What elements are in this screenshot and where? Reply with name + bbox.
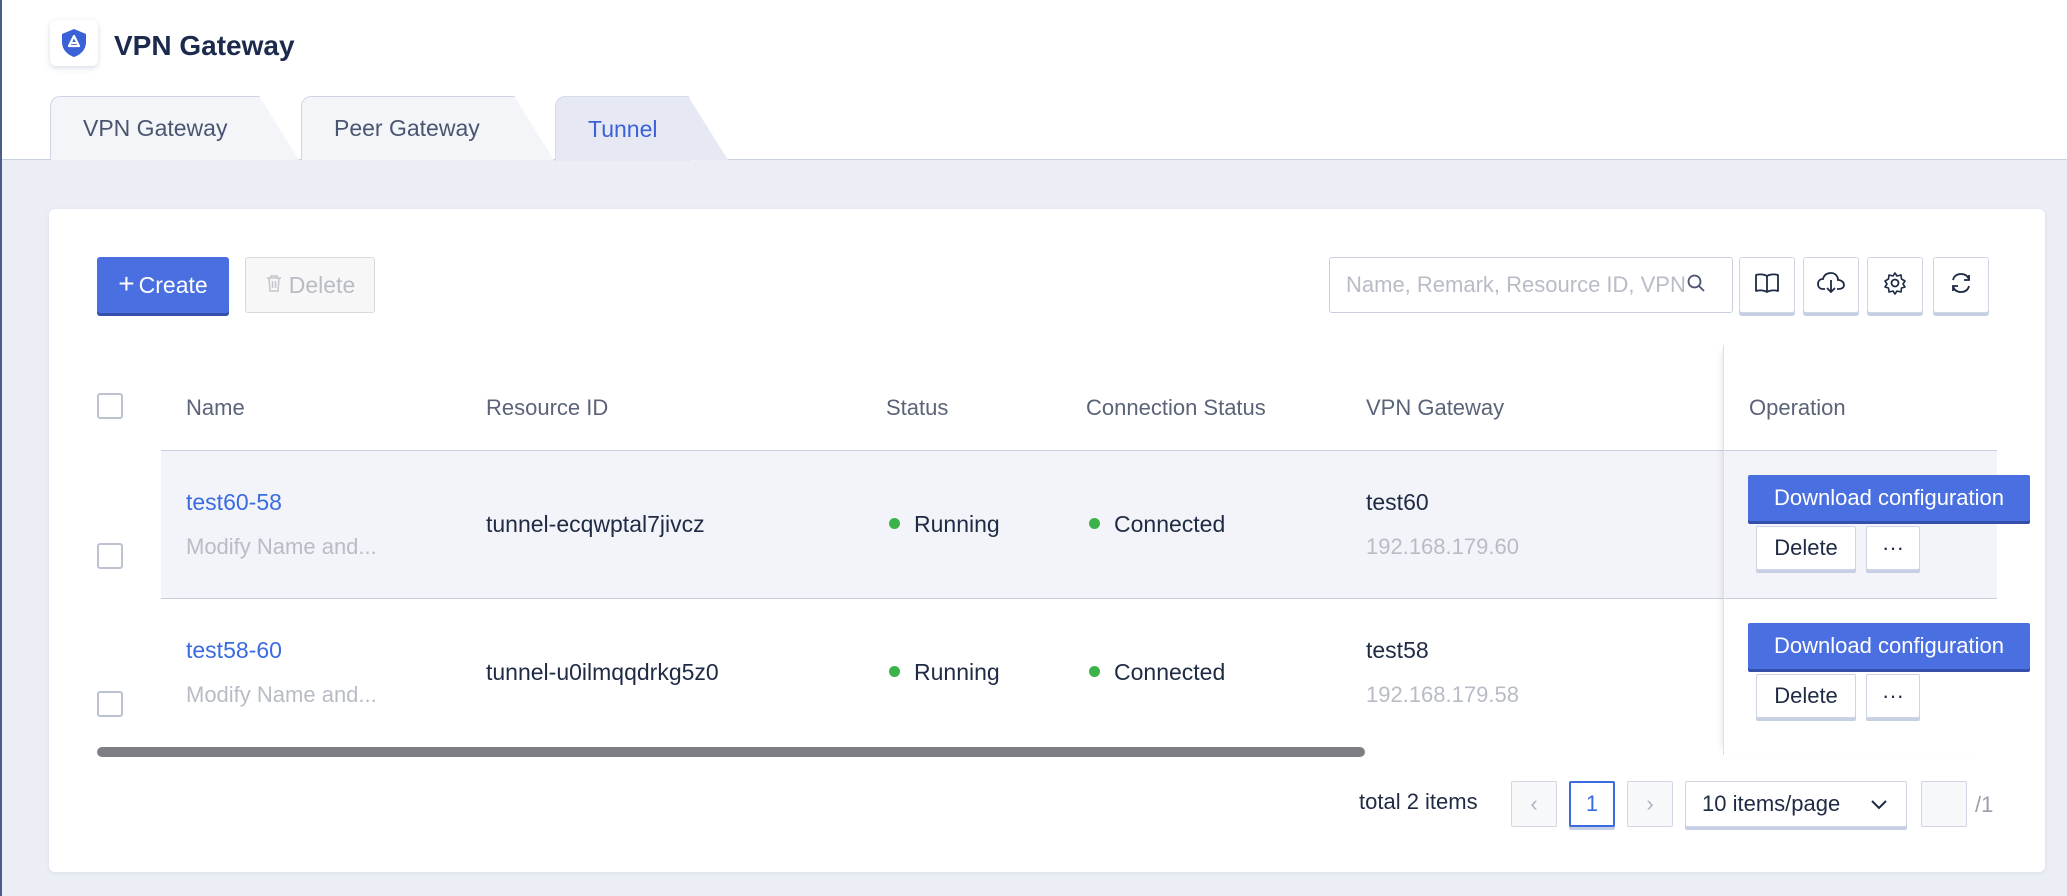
next-page-button[interactable]: › [1627,781,1673,827]
page-size-value: 10 items/page [1702,791,1841,816]
tunnel-table: Name Resource ID Status Connection Statu… [97,345,2030,755]
tunnel-remark[interactable]: Modify Name and... [186,534,377,560]
book-icon [1754,272,1780,299]
tunnel-list-card: + Create Delete Name Resou [49,209,2045,872]
status-text: Running [914,511,1000,537]
tunnel-resource-id: tunnel-u0ilmqqdrkg5z0 [486,659,719,685]
chevron-down-icon [1870,791,1888,817]
column-header-status: Status [886,395,949,420]
more-actions-button[interactable]: ··· [1866,526,1920,570]
page-title: VPN Gateway [114,30,295,61]
more-actions-button[interactable]: ··· [1866,674,1920,718]
page-jump-input[interactable] [1921,781,1967,827]
cloud-download-icon [1817,271,1845,299]
total-items-text: total 2 items [1359,789,1478,814]
plus-icon: + [118,267,135,299]
status-text: Running [914,659,1000,685]
connection-dot-icon [1089,518,1100,530]
vpn-gateway-name: test58 [1366,637,1429,663]
download-list-button[interactable] [1803,257,1859,313]
row-checkbox[interactable] [97,543,123,569]
chevron-right-icon: › [1646,791,1654,816]
settings-button[interactable] [1867,257,1923,313]
status-dot-icon [889,518,900,530]
column-header-operation: Operation [1749,395,1846,420]
vpn-gateway-ip: 192.168.179.60 [1366,534,1519,559]
search-input[interactable] [1346,272,1686,298]
trash-icon [265,272,283,299]
page-header: VPN Gateway VPN Gateway Peer Gateway Tun… [2,0,2067,161]
docs-button[interactable] [1739,257,1795,313]
select-all-checkbox[interactable] [97,393,123,419]
connection-status-text: Connected [1114,659,1226,685]
tab-peer-gateway[interactable]: Peer Gateway [301,96,554,160]
table-row[interactable] [161,598,1997,746]
tunnel-name-link[interactable]: test58-60 [186,637,282,664]
column-header-name: Name [186,395,245,420]
tab-label: VPN Gateway [83,115,228,141]
delete-button-label: Delete [288,271,356,298]
total-pages-text: /1 [1975,792,1994,817]
status-cell: Running [889,511,1000,538]
page-size-select[interactable]: 10 items/page [1685,781,1907,827]
connection-dot-icon [1089,666,1100,678]
tab-vpn-gateway[interactable]: VPN Gateway [50,96,299,160]
row-delete-button[interactable]: Delete [1756,526,1856,570]
tab-tunnel[interactable]: Tunnel [555,96,728,161]
connection-status-text: Connected [1114,511,1226,537]
tunnel-name-link[interactable]: test60-58 [186,489,282,516]
row-delete-button[interactable]: Delete [1756,674,1856,718]
vpn-gateway-name: test60 [1366,489,1429,515]
create-button[interactable]: + Create [97,257,229,313]
search-box [1329,257,1733,313]
create-button-label: Create [138,271,208,298]
page-number-label: 1 [1585,791,1599,816]
operation-column: Operation Download configuration Delete … [1723,345,2030,755]
status-dot-icon [889,666,900,678]
page-number-button[interactable]: 1 [1569,781,1615,827]
prev-page-button[interactable]: ‹ [1511,781,1557,827]
refresh-button[interactable] [1933,257,1989,313]
vpn-gateway-ip: 192.168.179.58 [1366,682,1519,707]
column-header-vpn-gateway: VPN Gateway [1366,395,1505,420]
connection-status-cell: Connected [1089,511,1225,538]
delete-button[interactable]: Delete [245,257,375,313]
connection-status-cell: Connected [1089,659,1225,686]
table-row[interactable] [161,450,1997,598]
status-cell: Running [889,659,1000,686]
chevron-left-icon: ‹ [1530,791,1538,816]
download-configuration-button[interactable]: Download configuration [1748,475,2030,521]
column-header-connection-status: Connection Status [1086,395,1266,420]
refresh-icon [1949,271,1973,300]
vpn-gateway-logo-icon [50,20,98,66]
scrollbar-thumb[interactable] [97,747,1365,757]
gear-icon [1883,271,1907,300]
search-icon[interactable] [1686,273,1706,298]
row-checkbox[interactable] [97,691,123,717]
tab-label: Tunnel [588,115,658,142]
tunnel-remark[interactable]: Modify Name and... [186,682,377,708]
column-header-resource-id: Resource ID [486,395,609,420]
tunnel-resource-id: tunnel-ecqwptal7jivcz [486,511,705,537]
tab-label: Peer Gateway [334,115,480,141]
download-configuration-button[interactable]: Download configuration [1748,623,2030,669]
horizontal-scrollbar[interactable] [97,747,1997,759]
